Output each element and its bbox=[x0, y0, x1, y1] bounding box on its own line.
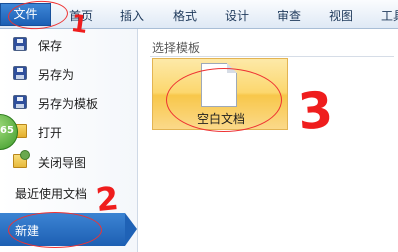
annotation-step-3: 3 bbox=[296, 80, 335, 142]
annotation-circle-template bbox=[166, 68, 282, 132]
badge-text: 65 bbox=[0, 125, 14, 136]
tab-view[interactable]: 视图 bbox=[329, 7, 353, 24]
tab-tools[interactable]: 工具 bbox=[381, 7, 398, 24]
menu-item-save-as[interactable]: 另存为 bbox=[0, 61, 138, 87]
menu-item-close-map[interactable]: 关闭导图 bbox=[0, 149, 138, 175]
menu-item-label: 打开 bbox=[38, 126, 63, 140]
tab-insert[interactable]: 插入 bbox=[120, 7, 144, 24]
menu-item-label: 保存 bbox=[38, 39, 63, 53]
tab-design[interactable]: 设计 bbox=[225, 7, 249, 24]
annotation-step-2: 2 bbox=[94, 178, 121, 220]
divider bbox=[150, 56, 394, 57]
tab-format[interactable]: 格式 bbox=[173, 7, 197, 24]
template-pane-title: 选择模板 bbox=[152, 41, 201, 55]
menu-item-label: 另存为模板 bbox=[38, 97, 99, 111]
menu-item-label: 最近使用文档 bbox=[15, 187, 88, 201]
tab-review[interactable]: 审查 bbox=[277, 7, 301, 24]
selected-indicator-arrow bbox=[125, 213, 137, 246]
save-as-template-icon bbox=[13, 95, 27, 109]
menu-item-open[interactable]: 打开 bbox=[0, 119, 138, 145]
menu-item-save-as-template[interactable]: 另存为模板 bbox=[0, 90, 138, 116]
save-as-icon bbox=[13, 66, 27, 80]
annotation-circle-new bbox=[8, 212, 102, 248]
close-map-icon bbox=[13, 150, 30, 168]
menu-item-label: 关闭导图 bbox=[38, 156, 87, 170]
menu-item-label: 另存为 bbox=[38, 68, 75, 82]
save-icon bbox=[13, 37, 27, 51]
